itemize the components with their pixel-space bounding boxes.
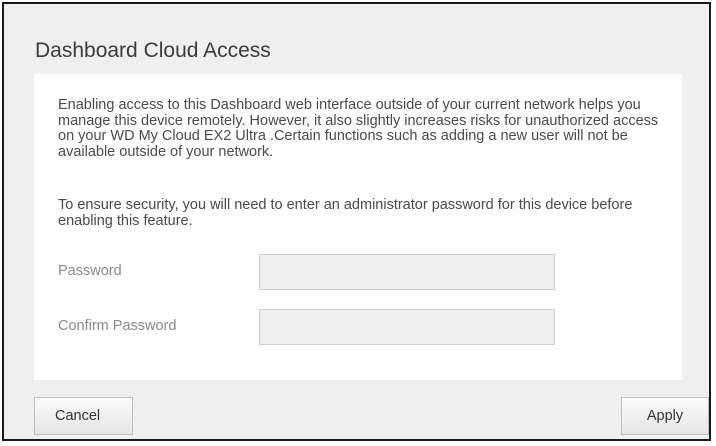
password-label: Password bbox=[58, 263, 122, 279]
dialog-title: Dashboard Cloud Access bbox=[35, 39, 271, 62]
dialog-content-panel: Enabling access to this Dashboard web in… bbox=[34, 74, 682, 380]
confirm-password-label: Confirm Password bbox=[58, 318, 177, 334]
confirm-password-input[interactable] bbox=[259, 309, 555, 345]
cloud-access-dialog: Dashboard Cloud Access Enabling access t… bbox=[2, 2, 711, 441]
cancel-button[interactable]: Cancel bbox=[34, 397, 133, 435]
security-note-text: To ensure security, you will need to ent… bbox=[58, 197, 633, 229]
password-input[interactable] bbox=[259, 254, 555, 290]
apply-button[interactable]: Apply bbox=[621, 397, 709, 435]
description-text: Enabling access to this Dashboard web in… bbox=[58, 97, 659, 160]
